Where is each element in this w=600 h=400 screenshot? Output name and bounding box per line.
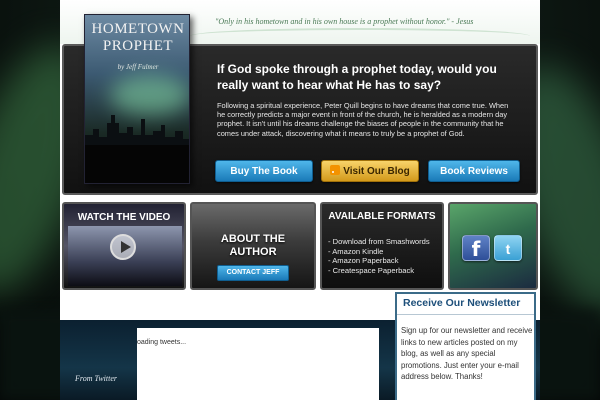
watch-video-box[interactable]: WATCH THE VIDEO	[62, 202, 186, 290]
play-icon[interactable]	[110, 234, 136, 260]
format-createspace-paperback[interactable]: - Createspace Paperback	[328, 266, 430, 276]
city-skyline	[85, 115, 189, 145]
buy-book-label: Buy The Book	[230, 166, 298, 177]
buy-book-button[interactable]: Buy The Book	[215, 160, 313, 182]
book-title-line1: HOMETOWN	[91, 21, 185, 37]
visit-blog-button[interactable]: Visit Our Blog	[321, 160, 419, 182]
crowd-silhouette	[85, 145, 189, 183]
twitter-icon[interactable]: t	[494, 235, 522, 261]
format-amazon-kindle[interactable]: - Amazon Kindle	[328, 247, 430, 257]
format-smashwords[interactable]: - Download from Smashwords	[328, 237, 430, 247]
about-author-box[interactable]: ABOUT THE AUTHOR CONTACT JEFF	[190, 202, 316, 290]
newsletter-body: Sign up for our newsletter and receive l…	[401, 326, 533, 381]
newsletter-divider	[397, 314, 534, 315]
visit-blog-label: Visit Our Blog	[343, 166, 410, 177]
hero-headline: If God spoke through a prophet today, wo…	[217, 62, 497, 92]
hero-panel: HOMETOWN PROPHET by Jeff Fulmer If God s…	[62, 14, 538, 195]
rss-icon	[330, 165, 341, 175]
book-reviews-button[interactable]: Book Reviews	[428, 160, 520, 182]
available-formats-box: AVAILABLE FORMATS - Download from Smashw…	[320, 202, 444, 290]
newsletter-title: Receive Our Newsletter	[403, 297, 521, 309]
about-author-title-line2: AUTHOR	[229, 246, 277, 258]
contact-jeff-button[interactable]: CONTACT JEFF	[217, 265, 289, 281]
about-author-title: ABOUT THE AUTHOR	[192, 233, 314, 259]
formats-list: - Download from Smashwords - Amazon Kind…	[328, 237, 430, 275]
book-reviews-label: Book Reviews	[440, 166, 508, 177]
hero-description: Following a spiritual experience, Peter …	[217, 101, 509, 138]
facebook-icon[interactable]: f	[462, 235, 490, 261]
tweets-loading-text: oading tweets...	[137, 339, 187, 346]
book-cover[interactable]: HOMETOWN PROPHET by Jeff Fulmer	[84, 14, 190, 184]
available-formats-title: AVAILABLE FORMATS	[328, 211, 436, 222]
header-quote: "Only in his hometown and in his own hou…	[215, 17, 474, 26]
newsletter-panel: Receive Our Newsletter Sign up for our n…	[395, 292, 536, 400]
book-author: by Jeff Fulmer	[117, 63, 159, 71]
quote-wave	[190, 28, 530, 44]
format-amazon-paperback[interactable]: - Amazon Paperback	[328, 256, 430, 266]
watch-video-title: WATCH THE VIDEO	[77, 212, 171, 223]
tweets-panel: oading tweets...	[137, 328, 379, 400]
book-title-line2: PROPHET	[102, 38, 174, 54]
about-author-title-line1: ABOUT THE	[220, 233, 286, 245]
book-title: HOMETOWN PROPHET	[85, 21, 189, 55]
from-twitter-label: From Twitter	[75, 374, 118, 383]
social-box: f t	[448, 202, 538, 290]
page-container: "Only in his hometown and in his own hou…	[60, 0, 540, 400]
